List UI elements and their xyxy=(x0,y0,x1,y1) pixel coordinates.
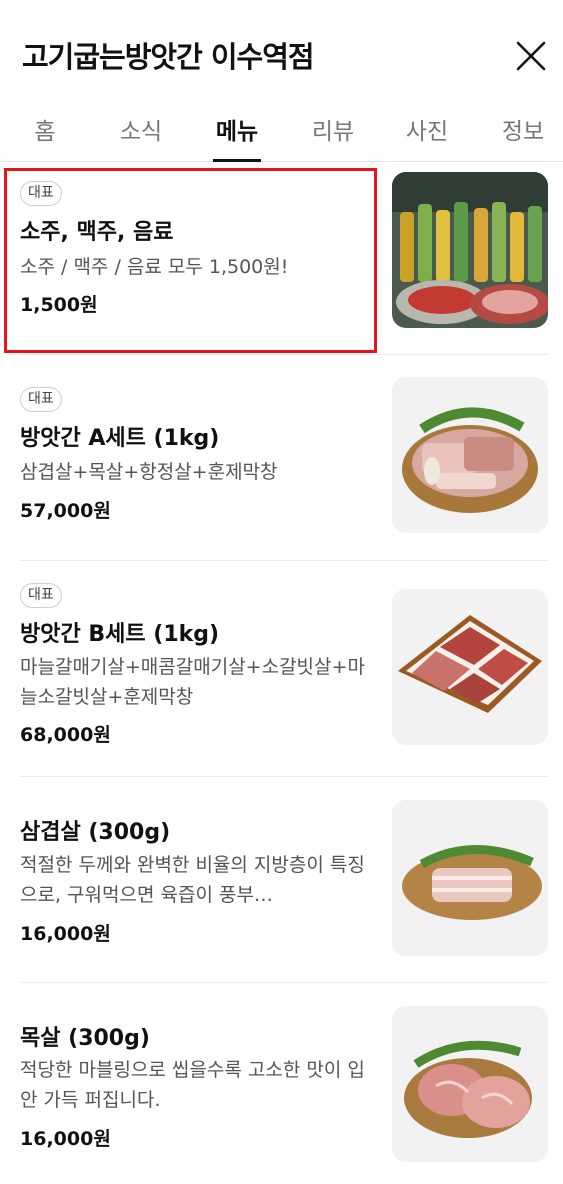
a-set-photo xyxy=(392,377,548,533)
tab-photos[interactable]: 사진 xyxy=(403,112,451,162)
signature-badge: 대표 xyxy=(20,583,62,608)
drinks-photo xyxy=(392,172,548,328)
signature-badge: 대표 xyxy=(20,387,62,412)
page-title: 고기굽는방앗간 이수역점 xyxy=(22,40,315,74)
divider xyxy=(20,354,548,355)
menu-item-price: 68,000원 xyxy=(20,724,111,746)
menu-item-description: 소주 / 맥주 / 음료 모두 1,500원! xyxy=(20,256,289,278)
menu-item-price: 57,000원 xyxy=(20,500,111,522)
menu-item-description: 마늘갈매기살+매콤갈매기살+소갈빗살+마늘소갈빗살+훈제막창 xyxy=(20,656,365,708)
divider xyxy=(20,560,548,561)
menu-item-name: 방앗간 A세트 (1kg) xyxy=(20,426,220,451)
menu-item-a-set[interactable]: 대표 방앗간 A세트 (1kg) 삼겹살+목살+항정살+훈제막창 57,000원 xyxy=(0,354,563,560)
tab-reviews[interactable]: 리뷰 xyxy=(309,112,357,162)
menu-item-name: 방앗간 B세트 (1kg) xyxy=(20,622,220,647)
header: 고기굽는방앗간 이수역점 xyxy=(0,0,563,100)
menu-item-description: 삼겹살+목살+항정살+훈제막창 xyxy=(20,461,278,483)
menu-item-price: 16,000원 xyxy=(20,923,111,945)
menu-item-description: 적절한 두께와 완벽한 비율의 지방층이 특징으로, 구워먹으면 육즙이 풍부… xyxy=(20,854,365,906)
menu-item-description: 적당한 마블링으로 씹을수록 고소한 맛이 입안 가득 퍼집니다. xyxy=(20,1059,365,1111)
menu-item-pork-belly[interactable]: 삼겹살 (300g) 적절한 두께와 완벽한 비율의 지방층이 특징으로, 구워… xyxy=(0,776,563,982)
menu-item-name: 삼겹살 (300g) xyxy=(20,820,171,845)
tab-bar: 홈 소식 메뉴 리뷰 사진 정보 xyxy=(0,100,563,162)
tab-home[interactable]: 홈 xyxy=(30,112,60,162)
menu-item-drinks[interactable]: 대표 소주, 맥주, 음료 소주 / 맥주 / 음료 모두 1,500원! 1,… xyxy=(0,162,563,354)
tab-news[interactable]: 소식 xyxy=(117,112,165,162)
menu-item-name: 소주, 맥주, 음료 xyxy=(20,220,174,245)
signature-badge: 대표 xyxy=(20,181,62,206)
menu-item-price: 16,000원 xyxy=(20,1128,111,1150)
menu-item-pork-neck[interactable]: 목살 (300g) 적당한 마블링으로 씹을수록 고소한 맛이 입안 가득 퍼집… xyxy=(0,982,563,1184)
menu-item-b-set[interactable]: 대표 방앗간 B세트 (1kg) 마늘갈매기살+매콤갈매기살+소갈빗살+마늘소갈… xyxy=(0,560,563,776)
pork-neck-photo xyxy=(392,1006,548,1162)
b-set-photo xyxy=(392,589,548,745)
pork-belly-photo xyxy=(392,800,548,956)
menu-item-price: 1,500원 xyxy=(20,294,98,316)
divider xyxy=(20,776,548,777)
tab-info[interactable]: 정보 xyxy=(499,112,547,162)
menu-item-name: 목살 (300g) xyxy=(20,1026,150,1051)
tab-menu[interactable]: 메뉴 xyxy=(213,112,261,162)
close-icon[interactable] xyxy=(512,37,550,75)
divider xyxy=(20,982,548,983)
